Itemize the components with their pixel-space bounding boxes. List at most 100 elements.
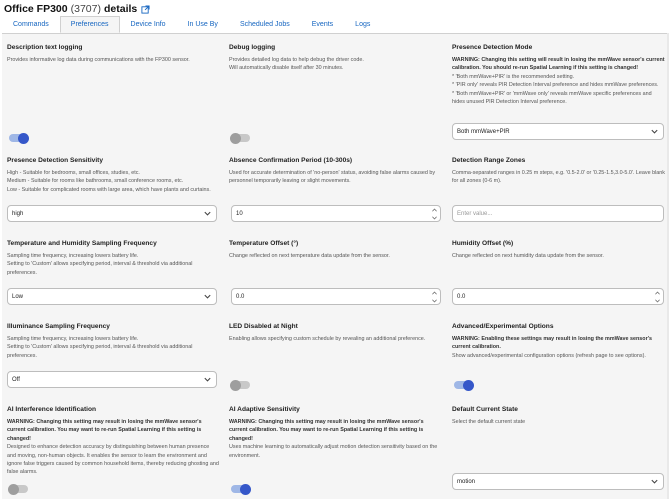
led-disabled-at-night-toggle[interactable]	[230, 379, 250, 391]
pref-description: Provides informative log data during com…	[7, 56, 217, 64]
illuminance-sampling-select[interactable]: Off	[7, 371, 217, 388]
desc-line: Low - Suitable for complicated rooms wit…	[7, 186, 211, 193]
pref-title: Description text logging	[7, 44, 83, 51]
pref-advanced-options: Advanced/Experimental Options WARNING: E…	[452, 323, 665, 360]
pref-title: Humidity Offset (%)	[452, 240, 514, 247]
debug-logging-toggle[interactable]	[230, 132, 250, 144]
desc-line: * 'Both mmWave+PIR' is the recommended s…	[452, 73, 575, 80]
number-stepper[interactable]	[654, 291, 660, 303]
pref-title: Absence Confirmation Period (10-300s)	[229, 157, 353, 164]
input-placeholder: Enter value...	[457, 210, 493, 217]
pref-led-disabled-at-night: LED Disabled at Night Enabling allows sp…	[229, 323, 441, 343]
number-stepper[interactable]	[431, 291, 437, 303]
pref-title: Advanced/Experimental Options	[452, 323, 554, 330]
desc-line: Uses machine learning to automatically a…	[229, 444, 438, 459]
desc-line: Show advanced/experimental configuration…	[452, 352, 646, 359]
chevron-up-icon[interactable]	[654, 291, 660, 295]
pref-detection-range-zones: Detection Range Zones Comma-separated ra…	[452, 157, 665, 186]
pref-description: High - Suitable for bedrooms, small offi…	[7, 169, 222, 194]
warning-text: WARNING: Changing this setting may resul…	[7, 419, 202, 442]
desc-line: Comma-separated ranges in 0.25 m steps, …	[452, 170, 665, 185]
warning-text: WARNING: Changing this setting will resu…	[452, 57, 665, 72]
tab-commands[interactable]: Commands	[2, 16, 60, 33]
pref-description: Select the default current state	[452, 418, 665, 426]
desc-line: Will automatically disable itself after …	[229, 65, 344, 72]
select-value: Low	[12, 293, 24, 300]
chevron-up-icon[interactable]	[431, 208, 437, 212]
pref-title: AI Adaptive Sensitivity	[229, 406, 300, 413]
temperature-offset-input[interactable]: 0.0	[231, 288, 441, 305]
page-header: Office FP300 (3707) details	[4, 2, 150, 16]
pref-title: Presence Detection Mode	[452, 44, 533, 51]
humidity-offset-input[interactable]: 0.0	[452, 288, 664, 305]
presence-detection-mode-select[interactable]: Both mmWave+PIR	[452, 123, 664, 140]
tab-events[interactable]: Events	[301, 16, 344, 33]
pref-ai-adaptive-sensitivity: AI Adaptive Sensitivity WARNING: Changin…	[229, 406, 441, 460]
chevron-down-icon	[651, 129, 658, 134]
pref-temp-humidity-sampling: Temperature and Humidity Sampling Freque…	[7, 240, 219, 277]
desc-line: Select the default current state	[452, 419, 526, 425]
pref-description: Change reflected on next temperature dat…	[229, 252, 441, 260]
tab-device-info[interactable]: Device Info	[120, 16, 177, 33]
desc-line: Provides detailed log data to help debug…	[229, 57, 364, 63]
presence-sensitivity-select[interactable]: high	[7, 205, 217, 222]
select-value: Both mmWave+PIR	[457, 128, 510, 135]
details-label: details	[103, 3, 138, 15]
pref-title: Debug logging	[229, 44, 276, 51]
select-value: Off	[12, 376, 20, 383]
pref-default-current-state: Default Current State Select the default…	[452, 406, 665, 426]
desc-line: Provides informative log data during com…	[7, 57, 190, 63]
pref-absence-confirmation-period: Absence Confirmation Period (10-300s) Us…	[229, 157, 441, 186]
ai-adaptive-sensitivity-toggle[interactable]	[231, 483, 251, 495]
external-link-icon[interactable]	[141, 4, 150, 14]
pref-description: WARNING: Changing this setting may resul…	[7, 418, 219, 477]
number-stepper[interactable]	[431, 208, 437, 220]
pref-description: Provides detailed log data to help debug…	[229, 56, 439, 73]
pref-presence-detection-sensitivity: Presence Detection Sensitivity High - Su…	[7, 157, 222, 194]
pref-title: Default Current State	[452, 406, 518, 413]
tab-logs[interactable]: Logs	[344, 16, 381, 33]
tab-in-use-by[interactable]: In Use By	[177, 16, 229, 33]
pref-presence-detection-mode: Presence Detection Mode WARNING: Changin…	[452, 44, 665, 106]
temp-humidity-sampling-select[interactable]: Low	[7, 288, 217, 305]
chevron-down-icon[interactable]	[431, 216, 437, 220]
desc-line: High - Suitable for bedrooms, small offi…	[7, 170, 140, 176]
pref-description: Sampling time frequency, increasing lowe…	[7, 252, 219, 277]
pref-ai-interference-identification: AI Interference Identification WARNING: …	[7, 406, 219, 477]
desc-line: Used for accurate determination of 'no-p…	[229, 170, 436, 185]
chevron-up-icon[interactable]	[431, 291, 437, 295]
pref-title: Temperature and Humidity Sampling Freque…	[7, 240, 157, 247]
desc-line: Setting to 'Custom' allows specifying pe…	[7, 261, 193, 276]
tab-bar: Commands Preferences Device Info In Use …	[2, 16, 381, 33]
pref-description: WARNING: Changing this setting may resul…	[229, 418, 441, 460]
pref-title: Detection Range Zones	[452, 157, 526, 164]
pref-description: WARNING: Changing this setting will resu…	[452, 56, 665, 106]
pref-description-text-logging: Description text logging Provides inform…	[7, 44, 217, 64]
chevron-down-icon	[204, 294, 211, 299]
tab-preferences[interactable]: Preferences	[59, 16, 120, 33]
pref-temperature-offset: Temperature Offset (°) Change reflected …	[229, 240, 441, 260]
chevron-down-icon	[204, 211, 211, 216]
description-text-logging-toggle[interactable]	[9, 132, 29, 144]
input-value: 0.0	[457, 293, 466, 300]
pref-description: Used for accurate determination of 'no-p…	[229, 169, 441, 186]
desc-line: Change reflected on next humidity data u…	[452, 253, 604, 259]
chevron-down-icon[interactable]	[654, 299, 660, 303]
chevron-down-icon[interactable]	[431, 299, 437, 303]
select-value: high	[12, 210, 24, 217]
detection-range-input[interactable]: Enter value...	[452, 205, 664, 222]
pref-description: Comma-separated ranges in 0.25 m steps, …	[452, 169, 665, 186]
desc-line: Sampling time frequency, increasing lowe…	[7, 336, 139, 342]
desc-line: Sampling time frequency, increasing lowe…	[7, 253, 139, 259]
chevron-down-icon	[651, 479, 658, 484]
absence-period-input[interactable]: 10	[231, 205, 441, 222]
pref-illuminance-sampling: Illuminance Sampling Frequency Sampling …	[7, 323, 219, 360]
pref-humidity-offset: Humidity Offset (%) Change reflected on …	[452, 240, 665, 260]
tab-scheduled-jobs[interactable]: Scheduled Jobs	[229, 16, 301, 33]
advanced-options-toggle[interactable]	[454, 379, 474, 391]
default-current-state-select[interactable]: motion	[452, 473, 664, 490]
pref-title: AI Interference Identification	[7, 406, 97, 413]
ai-interference-toggle[interactable]	[8, 483, 28, 495]
desc-line: Medium - Suitable for rooms like bathroo…	[7, 178, 184, 185]
desc-line: Setting to 'Custom' allows specifying pe…	[7, 344, 193, 359]
